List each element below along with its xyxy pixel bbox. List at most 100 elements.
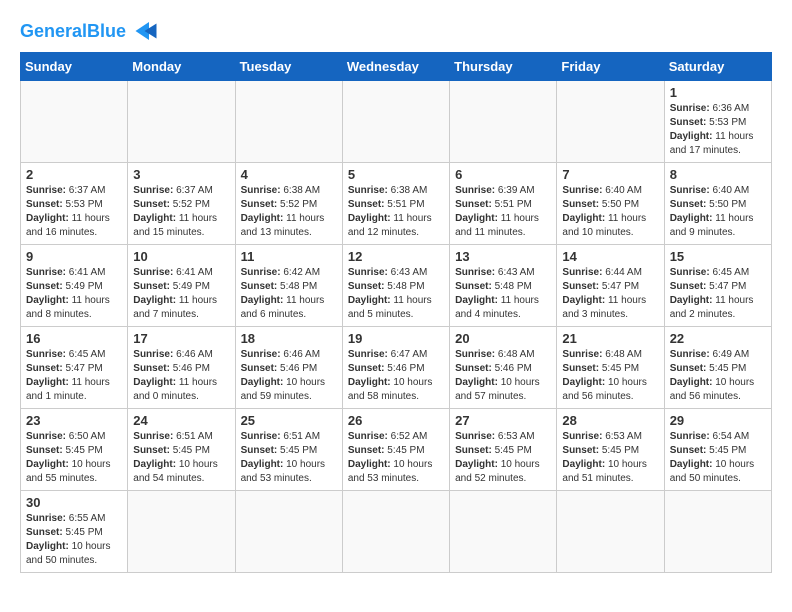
calendar-cell <box>342 491 449 573</box>
calendar-cell <box>235 491 342 573</box>
day-number: 2 <box>26 167 122 182</box>
day-number: 24 <box>133 413 229 428</box>
day-number: 28 <box>562 413 658 428</box>
day-info: Sunrise: 6:53 AMSunset: 5:45 PMDaylight:… <box>455 430 551 486</box>
calendar-cell: 12Sunrise: 6:43 AMSunset: 5:48 PMDayligh… <box>342 245 449 327</box>
calendar-cell <box>664 491 771 573</box>
calendar-cell: 1 Sunrise: 6:36 AMSunset: 5:53 PMDaylight… <box>664 81 771 163</box>
calendar-cell: 16 Sunrise: 6:45 AMSunset: 5:47 PMDayligh… <box>21 327 128 409</box>
day-info: Sunrise: 6:48 AMSunset: 5:45 PMDaylight:… <box>562 348 658 404</box>
calendar-cell <box>342 81 449 163</box>
calendar-cell: 26 Sunrise: 6:52 AMSunset: 5:45 PMDayligh… <box>342 409 449 491</box>
day-info: Sunrise: 6:44 AMSunset: 5:47 PMDaylight:… <box>562 266 658 322</box>
calendar-cell <box>128 81 235 163</box>
calendar-cell: 19 Sunrise: 6:47 AMSunset: 5:46 PMDayligh… <box>342 327 449 409</box>
day-number: 25 <box>241 413 337 428</box>
day-number: 27 <box>455 413 551 428</box>
day-info: Sunrise: 6:48 AMSunset: 5:46 PMDaylight:… <box>455 348 551 404</box>
calendar-table: SundayMondayTuesdayWednesdayThursdayFrid… <box>20 52 772 573</box>
day-number: 3 <box>133 167 229 182</box>
calendar-cell: 11Sunrise: 6:42 AMSunset: 5:48 PMDayligh… <box>235 245 342 327</box>
day-info: Sunrise: 6:45 AMSunset: 5:47 PMDaylight:… <box>670 266 766 322</box>
calendar-cell <box>128 491 235 573</box>
day-info: Sunrise: 6:49 AMSunset: 5:45 PMDaylight:… <box>670 348 766 404</box>
calendar-cell: 3 Sunrise: 6:37 AMSunset: 5:52 PMDaylight… <box>128 163 235 245</box>
day-info: Sunrise: 6:54 AMSunset: 5:45 PMDaylight:… <box>670 430 766 486</box>
calendar-header-tuesday: Tuesday <box>235 53 342 81</box>
calendar-cell <box>450 81 557 163</box>
day-info: Sunrise: 6:43 AMSunset: 5:48 PMDaylight:… <box>455 266 551 322</box>
day-info: Sunrise: 6:45 AMSunset: 5:47 PMDaylight:… <box>26 348 122 404</box>
calendar-header-thursday: Thursday <box>450 53 557 81</box>
day-info: Sunrise: 6:50 AMSunset: 5:45 PMDaylight:… <box>26 430 122 486</box>
calendar-cell: 13 Sunrise: 6:43 AMSunset: 5:48 PMDayligh… <box>450 245 557 327</box>
day-info: Sunrise: 6:36 AMSunset: 5:53 PMDaylight:… <box>670 102 766 158</box>
day-number: 15 <box>670 249 766 264</box>
day-number: 30 <box>26 495 122 510</box>
calendar-cell: 10 Sunrise: 6:41 AMSunset: 5:49 PMDayligh… <box>128 245 235 327</box>
calendar-cell: 24Sunrise: 6:51 AMSunset: 5:45 PMDayligh… <box>128 409 235 491</box>
day-info: Sunrise: 6:52 AMSunset: 5:45 PMDaylight:… <box>348 430 444 486</box>
calendar-cell: 4 Sunrise: 6:38 AMSunset: 5:52 PMDaylight… <box>235 163 342 245</box>
calendar-cell: 17Sunrise: 6:46 AMSunset: 5:46 PMDayligh… <box>128 327 235 409</box>
calendar-cell: 14 Sunrise: 6:44 AMSunset: 5:47 PMDayligh… <box>557 245 664 327</box>
day-info: Sunrise: 6:38 AMSunset: 5:51 PMDaylight:… <box>348 184 444 240</box>
logo-icon <box>128 20 158 42</box>
calendar-cell: 18Sunrise: 6:46 AMSunset: 5:46 PMDayligh… <box>235 327 342 409</box>
calendar-cell: 23 Sunrise: 6:50 AMSunset: 5:45 PMDayligh… <box>21 409 128 491</box>
logo-text: GeneralBlue <box>20 22 126 40</box>
day-number: 11 <box>241 249 337 264</box>
day-info: Sunrise: 6:41 AMSunset: 5:49 PMDaylight:… <box>133 266 229 322</box>
day-info: Sunrise: 6:46 AMSunset: 5:46 PMDaylight:… <box>241 348 337 404</box>
calendar-cell: 15 Sunrise: 6:45 AMSunset: 5:47 PMDayligh… <box>664 245 771 327</box>
day-info: Sunrise: 6:41 AMSunset: 5:49 PMDaylight:… <box>26 266 122 322</box>
calendar-cell: 7Sunrise: 6:40 AMSunset: 5:50 PMDaylight… <box>557 163 664 245</box>
day-info: Sunrise: 6:37 AMSunset: 5:52 PMDaylight:… <box>133 184 229 240</box>
day-number: 22 <box>670 331 766 346</box>
day-info: Sunrise: 6:55 AMSunset: 5:45 PMDaylight:… <box>26 512 122 568</box>
day-number: 14 <box>562 249 658 264</box>
day-number: 29 <box>670 413 766 428</box>
calendar-cell: 5 Sunrise: 6:38 AMSunset: 5:51 PMDaylight… <box>342 163 449 245</box>
day-number: 7 <box>562 167 658 182</box>
calendar-cell: 29 Sunrise: 6:54 AMSunset: 5:45 PMDayligh… <box>664 409 771 491</box>
calendar-cell <box>450 491 557 573</box>
calendar-cell: 9 Sunrise: 6:41 AMSunset: 5:49 PMDaylight… <box>21 245 128 327</box>
day-number: 26 <box>348 413 444 428</box>
day-info: Sunrise: 6:47 AMSunset: 5:46 PMDaylight:… <box>348 348 444 404</box>
calendar-cell <box>557 491 664 573</box>
calendar-cell: 22 Sunrise: 6:49 AMSunset: 5:45 PMDayligh… <box>664 327 771 409</box>
calendar-header-row: SundayMondayTuesdayWednesdayThursdayFrid… <box>21 53 772 81</box>
day-number: 16 <box>26 331 122 346</box>
day-number: 4 <box>241 167 337 182</box>
day-number: 13 <box>455 249 551 264</box>
calendar-cell <box>21 81 128 163</box>
day-number: 23 <box>26 413 122 428</box>
calendar-cell: 25 Sunrise: 6:51 AMSunset: 5:45 PMDayligh… <box>235 409 342 491</box>
day-info: Sunrise: 6:37 AMSunset: 5:53 PMDaylight:… <box>26 184 122 240</box>
calendar-header-wednesday: Wednesday <box>342 53 449 81</box>
day-info: Sunrise: 6:51 AMSunset: 5:45 PMDaylight:… <box>241 430 337 486</box>
day-info: Sunrise: 6:53 AMSunset: 5:45 PMDaylight:… <box>562 430 658 486</box>
day-info: Sunrise: 6:39 AMSunset: 5:51 PMDaylight:… <box>455 184 551 240</box>
calendar-cell: 2 Sunrise: 6:37 AMSunset: 5:53 PMDaylight… <box>21 163 128 245</box>
day-info: Sunrise: 6:40 AMSunset: 5:50 PMDaylight:… <box>670 184 766 240</box>
day-info: Sunrise: 6:38 AMSunset: 5:52 PMDaylight:… <box>241 184 337 240</box>
day-number: 20 <box>455 331 551 346</box>
page-header: GeneralBlue <box>20 16 772 42</box>
calendar-header-monday: Monday <box>128 53 235 81</box>
day-number: 1 <box>670 85 766 100</box>
calendar-cell: 30 Sunrise: 6:55 AMSunset: 5:45 PMDayligh… <box>21 491 128 573</box>
calendar-cell <box>557 81 664 163</box>
calendar-cell: 20 Sunrise: 6:48 AMSunset: 5:46 PMDayligh… <box>450 327 557 409</box>
calendar-cell <box>235 81 342 163</box>
calendar-header-sunday: Sunday <box>21 53 128 81</box>
day-number: 9 <box>26 249 122 264</box>
day-number: 21 <box>562 331 658 346</box>
day-number: 8 <box>670 167 766 182</box>
calendar-cell: 27 Sunrise: 6:53 AMSunset: 5:45 PMDayligh… <box>450 409 557 491</box>
day-number: 19 <box>348 331 444 346</box>
day-number: 10 <box>133 249 229 264</box>
day-number: 5 <box>348 167 444 182</box>
logo: GeneralBlue <box>20 20 158 42</box>
